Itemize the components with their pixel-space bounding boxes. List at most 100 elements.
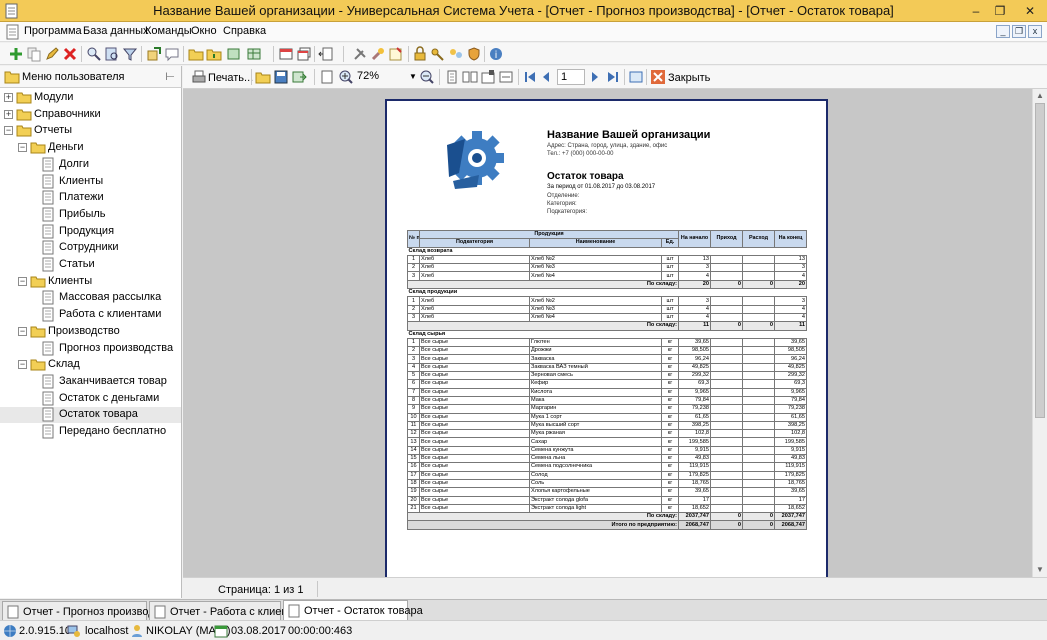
tree-item[interactable]: Остаток товара (0, 407, 181, 424)
lock-icon[interactable] (412, 46, 428, 62)
menu-window[interactable]: Окно (191, 25, 217, 37)
tree-item[interactable]: − Клиенты (0, 274, 181, 290)
tree-item[interactable]: + Модули (0, 90, 181, 106)
tree-item[interactable]: Долги (0, 157, 181, 173)
minimize-button[interactable]: – (964, 2, 988, 20)
collapse-icon[interactable]: − (18, 326, 27, 336)
settings-icon[interactable] (370, 46, 386, 62)
open-folder-icon[interactable] (255, 69, 271, 85)
close-window-button[interactable]: ✕ (1018, 2, 1042, 20)
folder-up-icon[interactable] (188, 46, 204, 62)
fit-page-icon[interactable] (628, 69, 644, 85)
expand-icon[interactable]: + (4, 93, 13, 102)
key-icon[interactable] (430, 46, 446, 62)
scroll-thumb[interactable] (1035, 103, 1045, 418)
filter-icon[interactable] (122, 46, 138, 62)
tree-item[interactable]: − Деньги (0, 140, 181, 156)
tree-item[interactable]: Массовая рассылка (0, 290, 181, 306)
table-cell: кг (660, 429, 680, 439)
edit-icon[interactable] (44, 46, 60, 62)
tab-production-forecast[interactable]: Отчет - Прогноз производства (2, 601, 177, 620)
tree-item[interactable]: Статьи (0, 257, 181, 273)
printer-icon[interactable] (191, 69, 207, 85)
mdi-minimize-button[interactable]: _ (996, 25, 1010, 38)
search-icon[interactable] (86, 46, 102, 62)
tree-item[interactable]: + Справочники (0, 107, 181, 123)
copy-icon[interactable] (26, 46, 42, 62)
tree-item[interactable]: Клиенты (0, 174, 181, 190)
tree-item[interactable]: − Склад (0, 357, 181, 373)
zoom-in-icon[interactable] (338, 69, 354, 85)
prev-page-icon[interactable] (538, 69, 554, 85)
table-cell (742, 296, 776, 306)
table-cell: Все сырье (419, 337, 530, 348)
tree-item[interactable]: Работа с клиентами (0, 307, 181, 323)
menu-program[interactable]: Программа (24, 25, 82, 37)
back-icon[interactable] (318, 46, 334, 62)
windows-icon[interactable] (296, 46, 312, 62)
tree-item[interactable]: − Производство (0, 324, 181, 340)
tree-item[interactable]: − Отчеты (0, 123, 181, 139)
close-report-icon[interactable] (650, 69, 666, 85)
tree-item[interactable]: Передано бесплатно (0, 424, 181, 440)
print-button[interactable]: Печать... (208, 72, 253, 84)
vertical-scrollbar[interactable]: ▲ ▼ (1032, 89, 1047, 577)
report-preview-area[interactable]: Название Вашей организации Адрес: Страна… (183, 89, 1032, 577)
pin-icon[interactable]: ⊢ (165, 70, 175, 83)
chevron-down-icon[interactable]: ▼ (409, 72, 417, 81)
scroll-up-icon[interactable]: ▲ (1035, 91, 1045, 100)
page-setup-icon[interactable] (319, 69, 335, 85)
tree-item[interactable]: Прибыль (0, 207, 181, 223)
add-icon[interactable] (8, 46, 24, 62)
table-cell (742, 362, 776, 373)
tree-item[interactable]: Заканчивается товар (0, 374, 181, 390)
tree-item[interactable]: Продукция (0, 224, 181, 240)
menu-help[interactable]: Справка (223, 25, 266, 37)
tree-item[interactable]: Прогноз производства (0, 341, 181, 357)
mdi-close-button[interactable]: x (1028, 25, 1042, 38)
export-report-icon[interactable] (291, 69, 307, 85)
window-icon[interactable] (278, 46, 294, 62)
shield-icon[interactable] (466, 46, 482, 62)
multi-page-icon[interactable] (480, 69, 496, 85)
comment-icon[interactable] (164, 46, 180, 62)
users-icon[interactable] (448, 46, 464, 62)
tools-icon[interactable] (352, 46, 368, 62)
zoom-out-icon[interactable] (419, 69, 435, 85)
collapse-icon[interactable]: − (18, 360, 27, 370)
last-page-icon[interactable] (605, 69, 621, 85)
close-report-button[interactable]: Закрыть (668, 72, 710, 84)
page-number-input[interactable]: 1 (557, 69, 585, 85)
next-page-icon[interactable] (587, 69, 603, 85)
tree-item[interactable]: Сотрудники (0, 240, 181, 256)
table-cell: Все сырье (419, 371, 530, 381)
page-width-icon[interactable] (498, 69, 514, 85)
maximize-button[interactable]: ❐ (988, 2, 1012, 20)
table-cell: 199,585 (774, 437, 808, 447)
menu-database[interactable]: База данных (83, 25, 149, 37)
collapse-icon[interactable]: − (18, 276, 27, 286)
delete-icon[interactable] (62, 46, 78, 62)
tab-stock-balance[interactable]: Отчет - Остаток товара (283, 600, 423, 621)
table-icon[interactable] (246, 46, 262, 62)
folder-down-icon[interactable] (206, 46, 222, 62)
export-icon[interactable] (146, 46, 162, 62)
warehouse-name: Склад возврата (407, 246, 807, 256)
info-icon[interactable]: i (488, 46, 504, 62)
collapse-icon[interactable]: − (4, 126, 13, 136)
one-page-icon[interactable] (444, 69, 460, 85)
find-next-icon[interactable] (104, 46, 120, 62)
collapse-icon[interactable]: − (18, 143, 27, 153)
tree-item[interactable]: Платежи (0, 190, 181, 206)
mdi-restore-button[interactable]: ❐ (1012, 25, 1026, 38)
notes-icon[interactable] (388, 46, 404, 62)
refresh-icon[interactable] (226, 46, 242, 62)
scroll-down-icon[interactable]: ▼ (1035, 565, 1045, 574)
tree-item[interactable]: Остаток с деньгами (0, 391, 181, 407)
expand-icon[interactable]: + (4, 109, 13, 119)
two-pages-icon[interactable] (462, 69, 478, 85)
tab-client-work[interactable]: Отчет - Работа с клиентами (149, 601, 312, 620)
save-icon[interactable] (273, 69, 289, 85)
menu-commands[interactable]: Команды (145, 25, 192, 37)
first-page-icon[interactable] (522, 69, 538, 85)
